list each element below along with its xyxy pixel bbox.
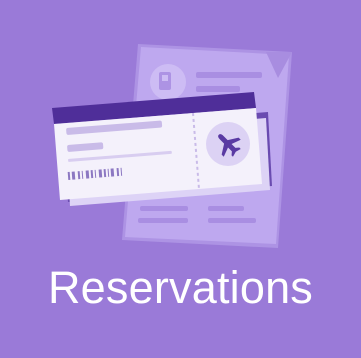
tile-label: Reservations bbox=[47, 262, 314, 313]
ticket-front bbox=[52, 92, 262, 200]
reservations-tile[interactable]: Reservations bbox=[0, 0, 361, 358]
